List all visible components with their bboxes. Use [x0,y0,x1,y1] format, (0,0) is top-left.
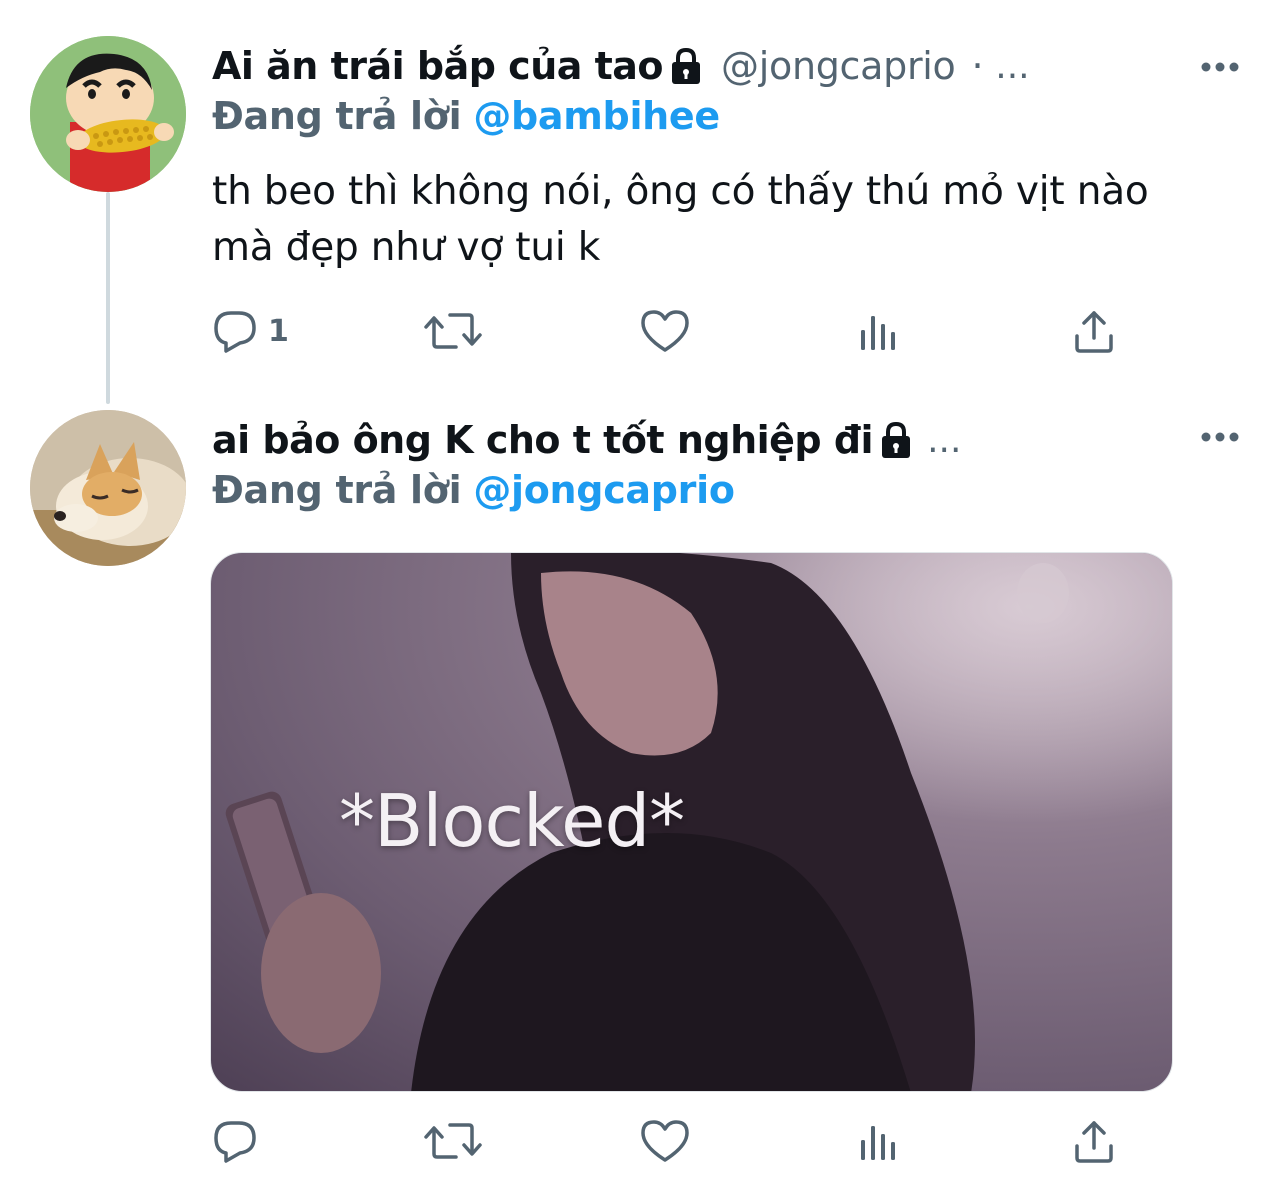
tweet-media-image[interactable]: *Blocked* [210,552,1173,1092]
tweet-header: Ai ăn trái bắp của tao @jongcaprio · ... [212,38,1030,94]
reply-button[interactable] [212,1118,258,1164]
reply-button[interactable]: 1 [212,308,289,354]
replying-to-label: Đang trả lời [212,94,462,138]
more-options-icon[interactable] [1200,60,1240,74]
tweet-text: th beo thì không nói, ông có thấy thú mỏ… [212,169,1149,270]
retweet-icon [424,313,482,349]
user-handle[interactable]: @jongcaprio [721,44,956,88]
retweet-button[interactable] [424,308,482,354]
replying-to: Đang trả lời @jongcaprio [212,468,735,512]
more-options-icon[interactable] [1200,430,1240,444]
reply-icon [214,1121,256,1163]
reply-count: 1 [268,313,289,349]
display-name[interactable]: Ai ăn trái bắp của tao [212,44,664,88]
avatar[interactable] [30,410,186,566]
share-button[interactable] [1072,1118,1116,1164]
replying-to-label: Đang trả lời [212,468,462,512]
replying-to: Đang trả lời @bambihee [212,94,720,138]
replying-to-handle[interactable]: @bambihee [473,94,720,138]
tweet[interactable]: Ai ăn trái bắp của tao @jongcaprio · ...… [0,0,1284,390]
tweet-actions [212,1118,1132,1168]
truncation-ellipsis: ... [995,45,1030,87]
separator-dot: · [971,44,984,88]
retweet-icon [424,1123,482,1159]
tweet-header: ai bảo ông K cho t tốt nghiệp đi ... [212,412,961,468]
share-icon [1075,1121,1113,1163]
reply-icon [214,311,256,353]
like-button[interactable] [640,308,690,354]
media-caption: *Blocked* [339,779,685,863]
retweet-button[interactable] [424,1118,482,1164]
lock-icon [882,421,911,458]
analytics-button[interactable] [857,1118,901,1164]
lock-icon [672,47,701,84]
cartoon-boy-avatar-image [30,36,186,192]
heart-icon [641,310,689,352]
truncation-ellipsis: ... [927,419,962,461]
replying-to-handle[interactable]: @jongcaprio [473,468,735,512]
avatar[interactable] [30,36,186,192]
share-button[interactable] [1072,308,1116,354]
share-icon [1075,311,1113,353]
analytics-icon [861,1126,895,1160]
display-name[interactable]: ai bảo ông K cho t tốt nghiệp đi [212,418,874,462]
heart-icon [641,1120,689,1162]
tweet-actions: 1 [212,308,1132,358]
analytics-button[interactable] [857,308,901,354]
tweet[interactable]: ai bảo ông K cho t tốt nghiệp đi ... Đan… [0,390,1284,1190]
sleeping-dog-avatar-image [30,410,186,566]
analytics-icon [861,316,895,350]
like-button[interactable] [640,1118,690,1164]
